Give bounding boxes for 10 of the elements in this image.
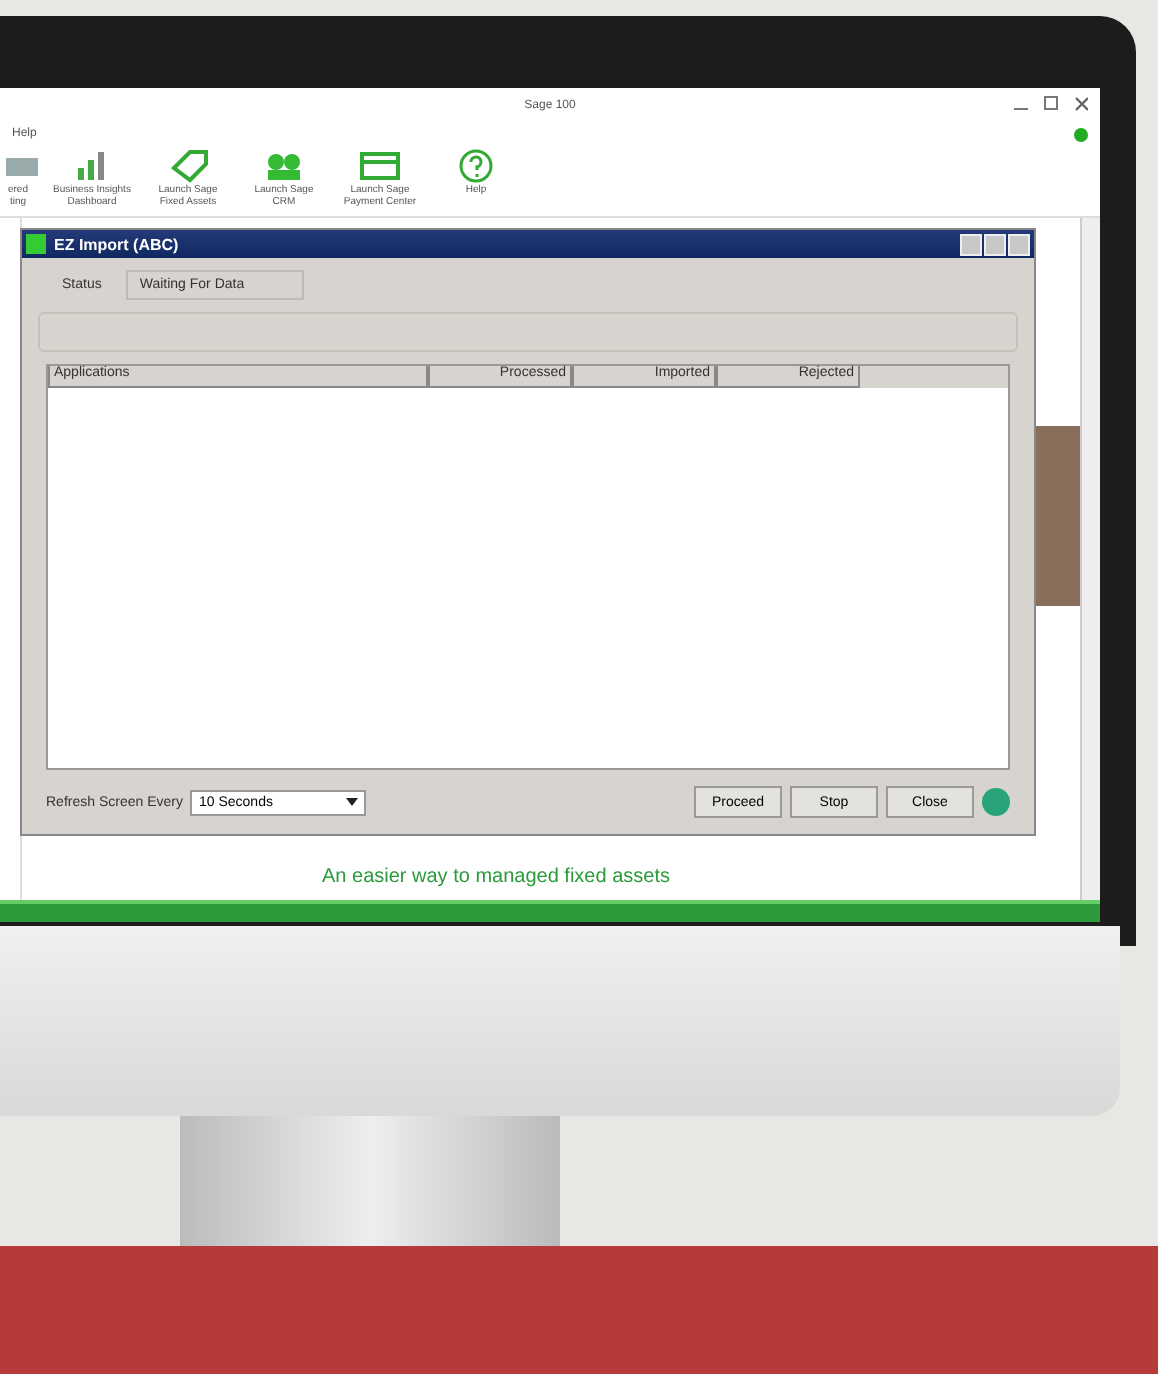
card-icon xyxy=(358,148,402,184)
banner-heading: An easier way to managed fixed assets xyxy=(322,866,670,888)
dialog-title: EZ Import (ABC) xyxy=(54,235,179,253)
close-button[interactable] xyxy=(1074,96,1088,110)
maximize-button[interactable] xyxy=(1044,96,1058,110)
dropdown-arrow-icon xyxy=(346,797,359,807)
people-icon xyxy=(262,148,306,184)
app-icon xyxy=(26,234,46,254)
status-dot-icon xyxy=(1074,127,1088,141)
tag-icon xyxy=(166,148,210,184)
